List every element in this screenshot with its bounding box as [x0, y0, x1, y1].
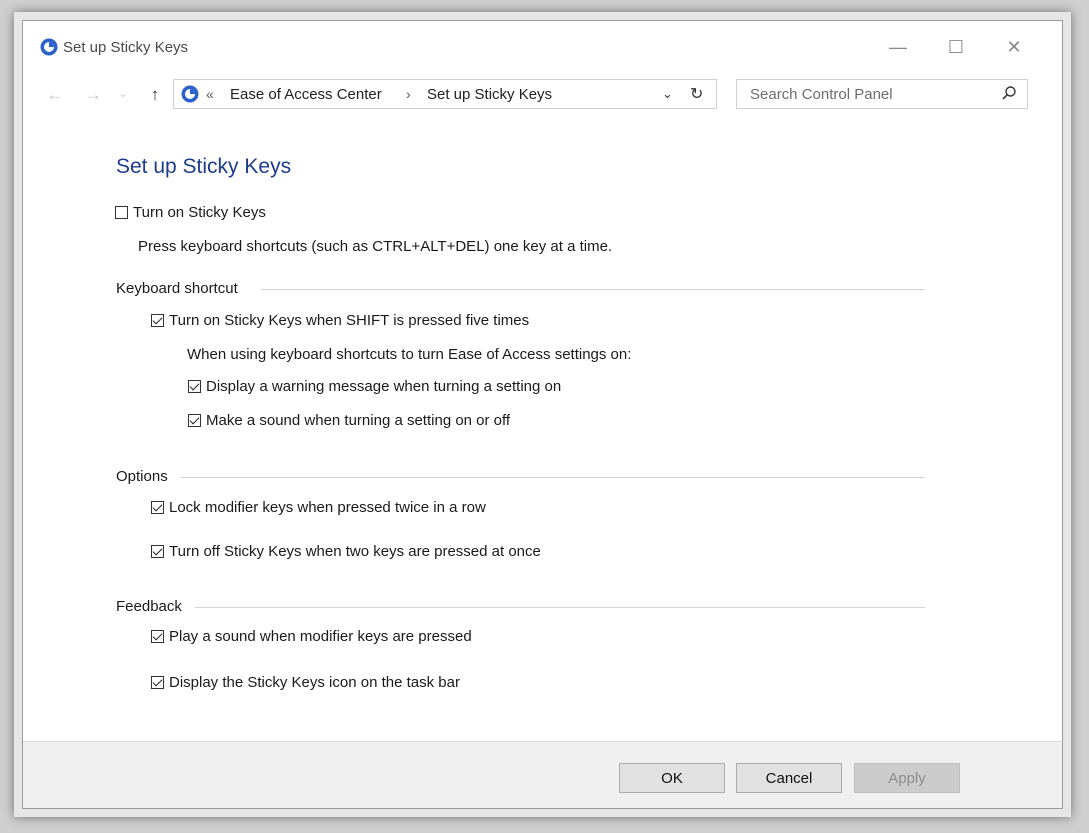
- shortcut-sub-description: When using keyboard shortcuts to turn Ea…: [187, 346, 632, 363]
- shift-five-times-option[interactable]: Turn on Sticky Keys when SHIFT is presse…: [151, 312, 529, 329]
- search-box: [736, 79, 1028, 109]
- play-sound-label: Play a sound when modifier keys are pres…: [169, 628, 472, 645]
- minimize-button[interactable]: —: [883, 35, 913, 59]
- forward-arrow-icon[interactable]: →: [83, 85, 103, 105]
- recent-locations-chevron-icon[interactable]: ⌄: [113, 85, 133, 105]
- close-button[interactable]: ✕: [999, 35, 1029, 59]
- turn-off-two-keys-checkbox[interactable]: [151, 545, 164, 558]
- play-sound-option[interactable]: Play a sound when modifier keys are pres…: [151, 628, 472, 645]
- lock-modifier-option[interactable]: Lock modifier keys when pressed twice in…: [151, 499, 486, 516]
- options-heading: Options: [116, 468, 168, 485]
- control-panel-icon: [181, 85, 199, 103]
- taskbar-icon-option[interactable]: Display the Sticky Keys icon on the task…: [151, 674, 460, 691]
- turn-on-sticky-keys-checkbox[interactable]: [115, 206, 128, 219]
- make-sound-option[interactable]: Make a sound when turning a setting on o…: [188, 412, 510, 429]
- lock-modifier-label: Lock modifier keys when pressed twice in…: [169, 499, 486, 516]
- warning-message-option[interactable]: Display a warning message when turning a…: [188, 378, 561, 395]
- play-sound-checkbox[interactable]: [151, 630, 164, 643]
- taskbar-icon-checkbox[interactable]: [151, 676, 164, 689]
- maximize-button[interactable]: ☐: [941, 35, 971, 59]
- refresh-icon[interactable]: ↻: [690, 84, 703, 104]
- control-panel-icon: [40, 38, 58, 56]
- title-bar: Set up Sticky Keys — ☐ ✕: [23, 21, 1062, 71]
- page-title: Set up Sticky Keys: [116, 155, 292, 178]
- main-content: Set up Sticky Keys Turn on Sticky Keys P…: [23, 113, 1062, 743]
- navigation-bar: ← → ⌄ ↑ « Ease of Access Center › Set up…: [23, 77, 1062, 113]
- sticky-keys-window: Set up Sticky Keys — ☐ ✕ ← → ⌄ ↑ « Ease …: [22, 20, 1063, 809]
- ok-button[interactable]: OK: [619, 763, 725, 793]
- warning-message-checkbox[interactable]: [188, 380, 201, 393]
- turn-on-description: Press keyboard shortcuts (such as CTRL+A…: [138, 238, 613, 255]
- up-arrow-icon[interactable]: ↑: [145, 85, 165, 105]
- breadcrumb-separator-icon[interactable]: ›: [406, 86, 411, 102]
- make-sound-checkbox[interactable]: [188, 414, 201, 427]
- back-arrow-icon[interactable]: ←: [45, 85, 65, 105]
- search-input[interactable]: [738, 81, 988, 107]
- section-divider: [261, 289, 925, 290]
- feedback-heading: Feedback: [116, 598, 182, 615]
- window-title: Set up Sticky Keys: [63, 39, 189, 56]
- turn-off-two-keys-option[interactable]: Turn off Sticky Keys when two keys are p…: [151, 543, 541, 560]
- warning-message-label: Display a warning message when turning a…: [206, 378, 562, 395]
- breadcrumb-set-up-sticky-keys[interactable]: Set up Sticky Keys: [427, 86, 552, 103]
- turn-on-sticky-keys-label: Turn on Sticky Keys: [133, 204, 266, 221]
- address-dropdown-icon[interactable]: ⌄: [662, 86, 673, 102]
- make-sound-label: Make a sound when turning a setting on o…: [206, 412, 511, 429]
- hidden-path-chevrons[interactable]: «: [206, 86, 214, 102]
- breadcrumb-ease-of-access-center[interactable]: Ease of Access Center: [230, 86, 382, 103]
- turn-off-two-keys-label: Turn off Sticky Keys when two keys are p…: [169, 543, 541, 560]
- keyboard-shortcut-heading: Keyboard shortcut: [116, 280, 238, 297]
- dialog-footer: OK Cancel Apply: [23, 741, 1062, 808]
- shift-five-times-checkbox[interactable]: [151, 314, 164, 327]
- section-divider: [195, 607, 925, 608]
- apply-button[interactable]: Apply: [854, 763, 960, 793]
- section-divider: [181, 477, 925, 478]
- search-icon[interactable]: [1001, 85, 1017, 101]
- turn-on-sticky-keys-option[interactable]: Turn on Sticky Keys: [115, 204, 266, 221]
- lock-modifier-checkbox[interactable]: [151, 501, 164, 514]
- cancel-button[interactable]: Cancel: [736, 763, 842, 793]
- address-bar[interactable]: « Ease of Access Center › Set up Sticky …: [173, 79, 717, 109]
- taskbar-icon-label: Display the Sticky Keys icon on the task…: [169, 674, 460, 691]
- shift-five-times-label: Turn on Sticky Keys when SHIFT is presse…: [169, 312, 530, 329]
